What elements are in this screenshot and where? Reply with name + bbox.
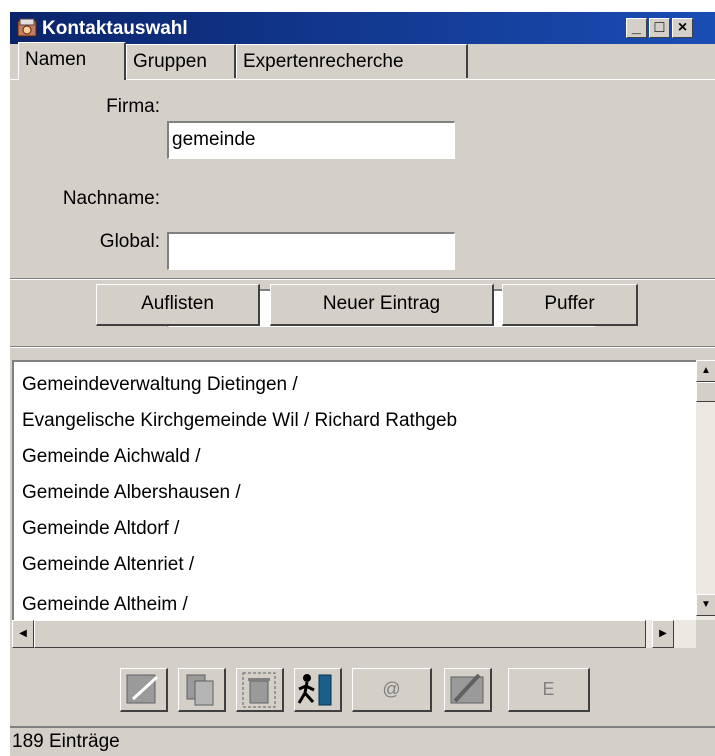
scroll-up-button[interactable]: ▲ (696, 360, 715, 382)
window-title: Kontaktauswahl (42, 18, 188, 39)
close-button[interactable]: × (672, 18, 693, 38)
nachname-label: Nachname: (62, 188, 160, 209)
list-item[interactable]: Gemeinde Albershausen / (22, 482, 241, 504)
email-button[interactable]: @ (352, 668, 432, 712)
tab-panel-namen: Firma: gemeinde Nachname: Global: (10, 79, 715, 327)
scroll-left-button[interactable]: ◀ (12, 620, 34, 648)
edit-icon (126, 674, 159, 704)
firma-field[interactable]: gemeinde (167, 121, 455, 159)
tab-expertenrecherche[interactable]: Expertenrecherche (236, 44, 468, 78)
write-button[interactable] (444, 668, 492, 712)
app-icon (17, 18, 37, 37)
list-item[interactable]: Gemeinde Altheim / (22, 594, 188, 616)
edit-button[interactable] (120, 668, 168, 712)
list-item[interactable]: Gemeinde Altdorf / (22, 518, 179, 540)
list-item[interactable]: Gemeinde Aichwald / (22, 446, 201, 468)
minimize-button[interactable]: _ (626, 18, 647, 38)
delete-icon (242, 672, 276, 708)
auflisten-button[interactable]: Auflisten (96, 284, 260, 326)
list-item[interactable]: Gemeindeverwaltung Dietingen / (22, 374, 298, 396)
tab-bar: Namen Gruppen Expertenrecherche (10, 42, 715, 80)
nachname-field[interactable] (167, 232, 455, 270)
vertical-scrollbar[interactable]: ▲ ▼ (696, 360, 715, 620)
scroll-thumb[interactable] (696, 382, 715, 402)
scroll-right-button[interactable]: ▶ (652, 620, 674, 648)
copy-button[interactable] (178, 668, 226, 712)
divider (10, 278, 715, 280)
horizontal-scrollbar[interactable]: ◀ ▶ (12, 620, 696, 648)
list-item[interactable]: Evangelische Kirchgemeinde Wil / Richard… (22, 410, 457, 432)
exit-icon (297, 674, 332, 706)
e-button[interactable]: E (508, 668, 590, 712)
maximize-button[interactable]: □ (649, 18, 670, 38)
title-bar[interactable]: Kontaktauswahl _ □ × (10, 12, 715, 44)
delete-button[interactable] (236, 668, 284, 712)
list-item[interactable]: Gemeinde Altenriet / (22, 554, 194, 576)
neuer-eintrag-button[interactable]: Neuer Eintrag (270, 284, 494, 326)
results-list[interactable]: Gemeindeverwaltung Dietingen / Evangelis… (12, 360, 696, 648)
tab-namen[interactable]: Namen (18, 42, 126, 80)
write-icon (450, 673, 484, 704)
entry-count: 189 Einträge (12, 731, 120, 752)
copy-icon (186, 674, 214, 706)
scroll-down-button[interactable]: ▼ (696, 594, 715, 616)
tab-gruppen[interactable]: Gruppen (126, 44, 236, 78)
status-bar: 189 Einträge (10, 726, 715, 756)
puffer-button[interactable]: Puffer (502, 284, 638, 326)
divider (10, 346, 715, 348)
scroll-thumb[interactable] (34, 620, 646, 648)
global-label: Global: (99, 231, 160, 252)
exit-button[interactable] (294, 668, 342, 712)
at-icon: @ (382, 679, 401, 699)
firma-label: Firma: (106, 96, 160, 117)
e-icon: E (542, 679, 555, 699)
contact-selection-window: Kontaktauswahl _ □ × Namen Gruppen Exper… (10, 12, 715, 756)
